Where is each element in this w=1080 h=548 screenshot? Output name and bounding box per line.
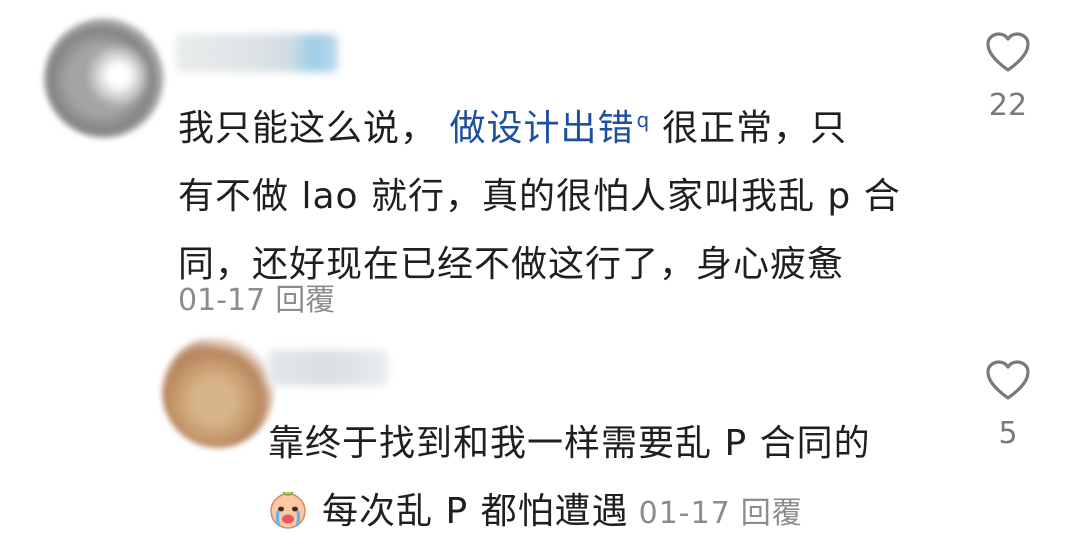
- reply-body: 靠终于找到和我一样需要乱 P 合同的 每次乱 P 都怕遭遇 01-17 回覆: [268, 410, 908, 548]
- reply-button[interactable]: 回覆: [275, 283, 335, 318]
- like-count: 5: [998, 416, 1018, 451]
- reply-meta: 01-17 回覆: [639, 496, 813, 531]
- comment-like[interactable]: 22: [978, 30, 1038, 123]
- heart-icon[interactable]: [984, 358, 1032, 402]
- crying-face-emoji: [270, 491, 306, 529]
- comment-text-segment: 我只能这么说，: [178, 108, 450, 149]
- comment-body: 我只能这么说， 做设计出错 𝗊 很正常，只 有不做 lao 就行，真的很怕人家叫我乱…: [178, 86, 918, 299]
- comment-line-2: 有不做 lao 就行，真的很怕人家叫我乱 p 合: [178, 176, 901, 217]
- commenter-username[interactable]: [176, 34, 338, 72]
- reply-line-2: 每次乱 P 都怕遭遇 01-17 回覆: [268, 478, 908, 548]
- reply-line-1: 靠终于找到和我一样需要乱 P 合同的: [268, 423, 871, 464]
- like-count: 22: [988, 88, 1028, 123]
- comment-meta: 01-17 回覆: [178, 275, 345, 319]
- reply-like[interactable]: 5: [978, 358, 1038, 451]
- reply-reply-button[interactable]: 回覆: [741, 496, 803, 531]
- comment-date: 01-17: [178, 283, 266, 318]
- comment-text-segment: 很正常，只: [662, 108, 848, 149]
- reply-date: 01-17: [638, 496, 731, 531]
- search-icon[interactable]: 𝗊: [636, 108, 650, 132]
- search-link[interactable]: 做设计出错: [449, 108, 634, 149]
- commenter-avatar[interactable]: [44, 18, 164, 138]
- replier-avatar[interactable]: [162, 336, 274, 448]
- replier-username[interactable]: [268, 350, 388, 386]
- comment-line-1: 我只能这么说， 做设计出错 𝗊 很正常，只: [178, 86, 918, 163]
- reply-text-segment: 每次乱 P 都怕遭遇: [322, 491, 629, 532]
- heart-icon[interactable]: [984, 30, 1032, 74]
